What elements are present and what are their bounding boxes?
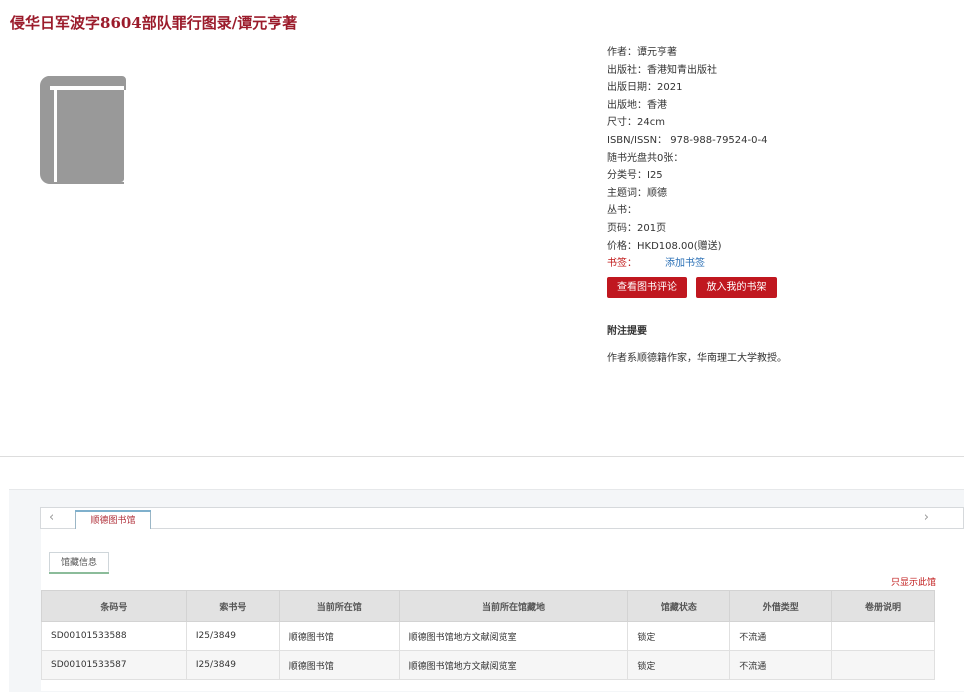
meta-publisher: 出版社：香港知青出版社	[607, 64, 717, 76]
cell-status: 锁定	[627, 650, 731, 680]
meta-isbn: ISBN/ISSN： 978-988-79524-0-4	[607, 134, 768, 146]
col-call-no: 索书号	[185, 590, 280, 622]
meta-author: 作者：谭元亨著	[607, 47, 677, 58]
meta-subject: 主题词：顺德	[607, 187, 667, 199]
cell-volume	[831, 621, 935, 651]
table-row: SD00101533587 I25/3849 顺德图书馆 顺德图书馆地方文献阅览…	[41, 650, 935, 680]
meta-disc: 随书光盘共0张：	[607, 152, 684, 164]
table-header-row: 条码号 索书号 当前所在馆 当前所在馆藏地 馆藏状态 外借类型 卷册说明	[41, 590, 935, 622]
meta-series: 丛书：	[607, 205, 637, 217]
meta-pub-date: 出版日期：2021	[607, 82, 683, 94]
meta-pages: 页码：201页	[607, 222, 667, 234]
book-metadata: 作者：谭元亨著 出版社：香港知青出版社 出版日期：2021 出版地：香港 尺寸：…	[607, 44, 947, 273]
section-divider	[0, 456, 964, 457]
cell-call-no: I25/3849	[185, 650, 280, 680]
only-this-library-link[interactable]: 只显示此馆	[891, 575, 936, 588]
cell-barcode: SD00101533588	[41, 621, 187, 651]
table-row: SD00101533588 I25/3849 顺德图书馆 顺德图书馆地方文献阅览…	[41, 621, 935, 651]
chevron-right-icon[interactable]: ›	[924, 510, 929, 525]
book-cover-icon	[39, 76, 126, 184]
col-volume: 卷册说明	[831, 590, 935, 622]
col-barcode: 条码号	[41, 590, 187, 622]
col-library: 当前所在馆	[278, 590, 400, 622]
cell-loan-type: 不流通	[729, 650, 833, 680]
meta-price: 价格：HKD108.00(赠送)	[607, 240, 722, 252]
book-title: 侵华日军波字8604部队罪行图录/谭元亨著	[10, 14, 298, 32]
chevron-left-icon[interactable]: ‹	[49, 510, 54, 525]
col-status: 馆藏状态	[627, 590, 731, 622]
meta-tags: 书签： 添加书签	[607, 255, 947, 273]
cell-call-no: I25/3849	[185, 621, 280, 651]
meta-class-no: 分类号：I25	[607, 170, 663, 182]
view-reviews-button[interactable]: 查看图书评论	[607, 277, 687, 298]
add-tag-link[interactable]: 添加书签	[665, 258, 705, 269]
tab-holding-indicator	[49, 572, 109, 574]
col-loan-type: 外借类型	[729, 590, 833, 622]
cell-location: 顺德图书馆地方文献阅览室	[398, 621, 629, 651]
cell-volume	[831, 650, 935, 680]
meta-pub-place: 出版地：香港	[607, 99, 667, 111]
holdings-table: 条码号 索书号 当前所在馆 当前所在馆藏地 馆藏状态 外借类型 卷册说明 SD0…	[41, 590, 935, 680]
meta-size: 尺寸：24cm	[607, 117, 665, 129]
notes-title: 附注提要	[607, 326, 647, 337]
cell-status: 锁定	[627, 621, 731, 651]
cell-loan-type: 不流通	[729, 621, 833, 651]
add-to-shelf-button[interactable]: 放入我的书架	[696, 277, 777, 298]
cell-library: 顺德图书馆	[278, 650, 400, 680]
tab-holding-info[interactable]: 馆藏信息	[49, 552, 109, 572]
tags-label: 书签：	[607, 258, 637, 270]
col-location: 当前所在馆藏地	[398, 590, 629, 622]
cell-library: 顺德图书馆	[278, 621, 400, 651]
tab-library[interactable]: 顺德图书馆	[75, 510, 151, 530]
notes-text: 作者系顺德籍作家，华南理工大学教授。	[607, 353, 787, 364]
tab-library-indicator	[75, 510, 151, 512]
cell-location: 顺德图书馆地方文献阅览室	[398, 650, 629, 680]
cell-barcode: SD00101533587	[41, 650, 187, 680]
library-tab-bar: ‹ ›	[40, 507, 964, 529]
